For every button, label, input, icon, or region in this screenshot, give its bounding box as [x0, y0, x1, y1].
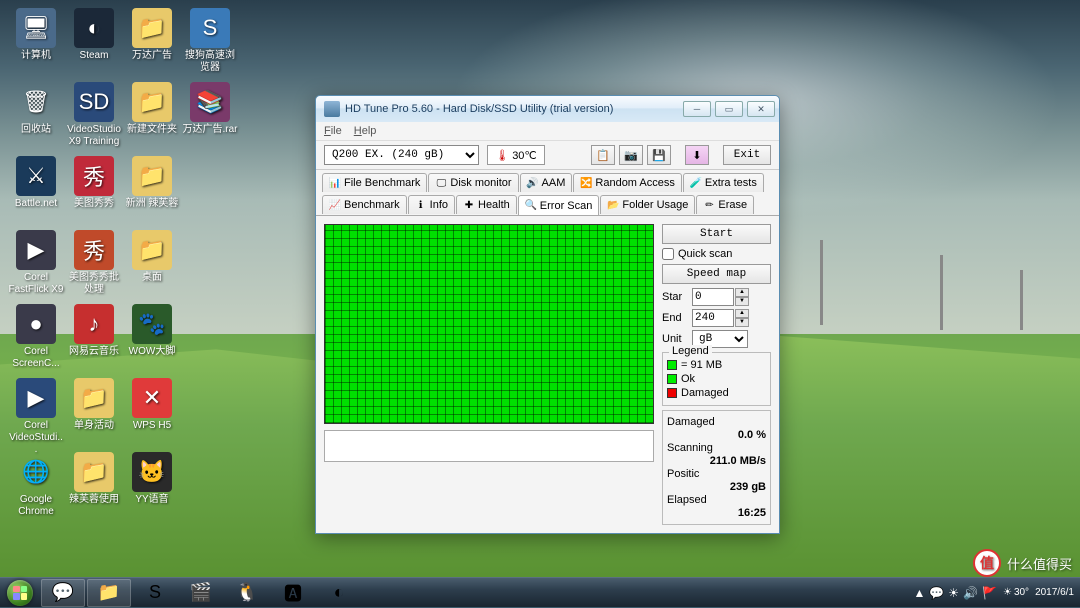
desktop-icon[interactable]: S搜狗高速浏览器	[182, 8, 238, 72]
desktop-icon[interactable]: 🗑回收站	[8, 82, 64, 146]
taskbar-item[interactable]: 🎬	[179, 579, 223, 607]
tray-icon[interactable]: 🔊	[963, 586, 978, 600]
taskbar-item[interactable]: 🐧	[225, 579, 269, 607]
tab-folder-usage[interactable]: 📂Folder Usage	[600, 195, 695, 214]
tab-aam[interactable]: 🔊AAM	[520, 173, 573, 192]
taskbar: 💬📁S🎬🐧🅰◐ ▲💬☀🔊🚩 ☀30° 2017/6/1	[0, 577, 1080, 607]
desktop-icon[interactable]: 秀美图秀秀批处理	[66, 230, 122, 294]
log-box	[324, 430, 654, 462]
start-input[interactable]	[692, 288, 734, 306]
tray-icon[interactable]: ▲	[913, 586, 925, 600]
desktop-icon[interactable]: 📁新建文件夹	[124, 82, 180, 146]
tray-icon[interactable]: ☀	[948, 586, 959, 600]
taskbar-item[interactable]: 💬	[41, 579, 85, 607]
speed-map-button[interactable]: Speed map	[662, 264, 771, 284]
temperature-display: 🌡30℃	[487, 145, 545, 165]
desktop-icon[interactable]: 🖥计算机	[8, 8, 64, 72]
taskbar-item[interactable]: S	[133, 579, 177, 607]
exit-button[interactable]: Exit	[723, 145, 771, 165]
save-button[interactable]: 💾	[647, 145, 671, 165]
taskbar-item[interactable]: ◐	[317, 579, 361, 607]
desktop-icon[interactable]: 📁桌面	[124, 230, 180, 294]
start-down[interactable]: ▼	[735, 297, 749, 306]
quick-scan-checkbox[interactable]	[662, 248, 674, 260]
tab-disk-monitor[interactable]: 🖵Disk monitor	[428, 173, 518, 192]
tab-error-scan[interactable]: 🔍Error Scan	[518, 195, 600, 215]
drive-select[interactable]: Q200 EX. (240 gB)	[324, 145, 479, 165]
desktop-icon[interactable]: 📁单身活动	[66, 378, 122, 442]
titlebar[interactable]: HD Tune Pro 5.60 - Hard Disk/SSD Utility…	[316, 96, 779, 122]
tab-info[interactable]: ℹInfo	[408, 195, 455, 214]
desktop-icon[interactable]: 📁新洲 辣芙蓉	[124, 156, 180, 220]
tab-file-benchmark[interactable]: 📊File Benchmark	[322, 173, 427, 192]
start-button[interactable]: Start	[662, 224, 771, 244]
menu-file[interactable]: File	[324, 125, 342, 137]
toolbar: Q200 EX. (240 gB) 🌡30℃ 📋 📷 💾 ⬇ Exit	[316, 141, 779, 170]
end-up[interactable]: ▲	[735, 309, 749, 318]
menu-help[interactable]: Help	[354, 125, 377, 137]
desktop-icon[interactable]: 🐾WOW大脚	[124, 304, 180, 368]
copy-button[interactable]: 📋	[591, 145, 615, 165]
maximize-button[interactable]: ▭	[715, 101, 743, 117]
desktop-icon[interactable]: ◐Steam	[66, 8, 122, 72]
taskbar-clock[interactable]: 2017/6/1	[1035, 587, 1074, 599]
tab-row-2: 📈BenchmarkℹInfo✚Health🔍Error Scan📂Folder…	[316, 192, 779, 216]
tray-icon[interactable]: 💬	[929, 586, 944, 600]
tab-random-access[interactable]: 🔀Random Access	[573, 173, 681, 192]
desktop-icon[interactable]: 🐱YY语音	[124, 452, 180, 516]
scan-map	[324, 224, 654, 424]
desktop-icon[interactable]: 秀美图秀秀	[66, 156, 122, 220]
legend-damaged-icon	[667, 388, 677, 398]
watermark: 值 什么值得买	[973, 549, 1072, 577]
tab-health[interactable]: ✚Health	[456, 195, 517, 214]
taskbar-item[interactable]: 📁	[87, 579, 131, 607]
quick-scan-label: Quick scan	[678, 248, 732, 260]
desktop-icon[interactable]: ▶Corel VideoStudi...	[8, 378, 64, 442]
legend-block-icon	[667, 360, 677, 370]
desktop-icon[interactable]: ●Corel ScreenC...	[8, 304, 64, 368]
close-button[interactable]: ✕	[747, 101, 775, 117]
legend-ok-icon	[667, 374, 677, 384]
desktop-icon[interactable]: ♪网易云音乐	[66, 304, 122, 368]
refresh-button[interactable]: ⬇	[685, 145, 709, 165]
window-title: HD Tune Pro 5.60 - Hard Disk/SSD Utility…	[345, 103, 613, 115]
tab-benchmark[interactable]: 📈Benchmark	[322, 195, 407, 214]
screenshot-button[interactable]: 📷	[619, 145, 643, 165]
minimize-button[interactable]: ─	[683, 101, 711, 117]
desktop-icon[interactable]: SDVideoStudio X9 Training	[66, 82, 122, 146]
desktop-icon[interactable]: 🌐Google Chrome	[8, 452, 64, 516]
end-down[interactable]: ▼	[735, 318, 749, 327]
hdtune-window: HD Tune Pro 5.60 - Hard Disk/SSD Utility…	[315, 95, 780, 534]
desktop-icon[interactable]: ⚔Battle.net	[8, 156, 64, 220]
tab-erase[interactable]: ✏Erase	[696, 195, 754, 214]
desktop-icon[interactable]: 📚万达广告.rar	[182, 82, 238, 146]
tab-row-1: 📊File Benchmark🖵Disk monitor🔊AAM🔀Random …	[316, 170, 779, 192]
menubar: File Help	[316, 122, 779, 141]
start-up[interactable]: ▲	[735, 288, 749, 297]
app-icon	[324, 101, 340, 117]
desktop-icon[interactable]: 📁辣芙蓉使用	[66, 452, 122, 516]
start-button[interactable]	[0, 578, 40, 608]
stats-panel: Damaged 0.0 % Scanning 211.0 MB/s Positi…	[662, 410, 771, 525]
taskbar-item[interactable]: 🅰	[271, 579, 315, 607]
tab-extra-tests[interactable]: 🧪Extra tests	[683, 173, 764, 192]
desktop-icon[interactable]: ▶Corel FastFlick X9	[8, 230, 64, 294]
tray-icon[interactable]: 🚩	[982, 586, 997, 600]
desktop-icon[interactable]: 📁万达广告	[124, 8, 180, 72]
desktop-icon[interactable]: ✕WPS H5	[124, 378, 180, 442]
end-input[interactable]	[692, 309, 734, 327]
